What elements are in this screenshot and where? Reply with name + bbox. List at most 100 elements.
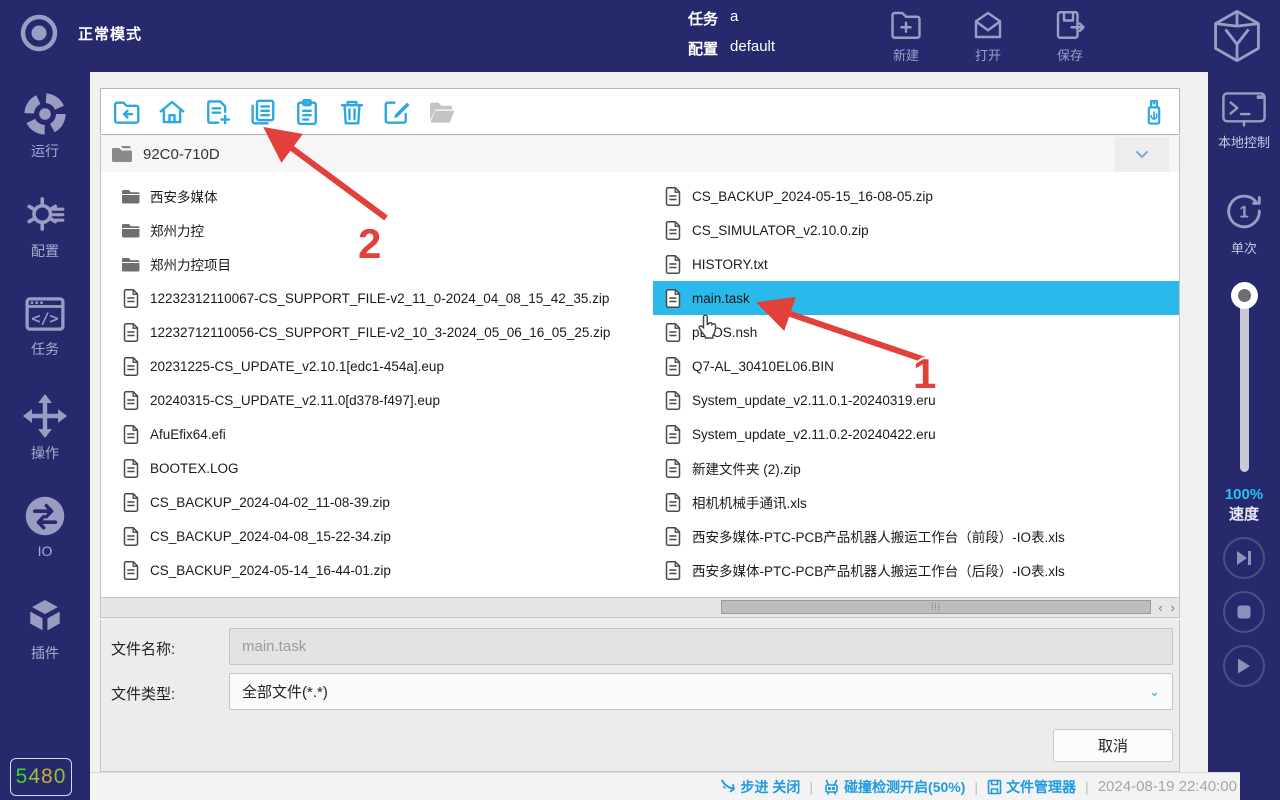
- cube-logo-icon: [1210, 8, 1264, 64]
- open-task-button[interactable]: 打开: [960, 7, 1016, 64]
- sidebar-item-label: IO: [38, 543, 53, 559]
- speed-label: 速度: [1208, 503, 1280, 524]
- file-name: 西安多媒体: [150, 186, 218, 206]
- folder-back-icon[interactable]: [111, 96, 142, 127]
- list-item[interactable]: CS_BACKUP_2024-04-02_11-08-39.zip: [111, 485, 643, 519]
- mode-indicator[interactable]: 正常模式: [18, 12, 142, 54]
- list-item[interactable]: 20231225-CS_UPDATE_v2.10.1[edc1-454a].eu…: [111, 349, 643, 383]
- scroll-left-arrow[interactable]: ‹: [1158, 600, 1162, 615]
- run-target-icon: [23, 92, 67, 136]
- list-item[interactable]: BOOTEX.LOG: [111, 451, 643, 485]
- filename-label: 文件名称:: [111, 638, 175, 659]
- list-item[interactable]: System_update_v2.11.0.2-20240422.eru: [653, 417, 1179, 451]
- file-icon: [121, 357, 140, 376]
- top-actions: 新建 打开 保存: [878, 7, 1098, 64]
- status-separator: |: [974, 779, 978, 795]
- file-icon: [663, 527, 682, 546]
- file-name: 西安多媒体-PTC-PCB产品机器人搬运工作台（后段）-IO表.xls: [692, 560, 1065, 580]
- breadcrumb-path: 92C0-710D: [143, 146, 220, 163]
- file-name: CS_BACKUP_2024-05-15_16-08-05.zip: [692, 189, 933, 204]
- folder-icon: [121, 222, 140, 238]
- horizontal-scrollbar[interactable]: ⦙⦙⦙ ‹ ›: [100, 598, 1180, 618]
- sidebar-item-run[interactable]: 运行: [0, 92, 90, 161]
- open-task-label: 打开: [975, 45, 1001, 64]
- stop-button[interactable]: [1223, 591, 1265, 633]
- cancel-button[interactable]: 取消: [1053, 729, 1173, 762]
- step-mode-status[interactable]: 步进 关闭: [720, 777, 801, 797]
- edit-icon[interactable]: [381, 96, 412, 127]
- file-name: BOOTEX.LOG: [150, 461, 239, 476]
- svg-text:</>: </>: [31, 310, 58, 328]
- local-control-button[interactable]: 本地控制: [1208, 88, 1280, 151]
- left-sidebar: 运行 配置 </> 任务: [0, 72, 90, 800]
- file-icon: [121, 527, 140, 546]
- sidebar-item-config[interactable]: 配置: [0, 192, 90, 261]
- task-value: a: [730, 8, 738, 29]
- file-icon: [663, 289, 682, 308]
- status-counter: 5480: [10, 758, 72, 796]
- fm-toolbar: [100, 88, 1180, 135]
- new-task-label: 新建: [893, 45, 919, 64]
- list-item-selected[interactable]: main.task: [653, 281, 1179, 315]
- sidebar-item-operate[interactable]: 操作: [0, 394, 90, 463]
- list-item[interactable]: CS_BACKUP_2024-04-08_15-22-34.zip: [111, 519, 643, 553]
- save-icon: [1052, 7, 1088, 43]
- file-name: AfuEfix64.efi: [150, 427, 226, 442]
- filename-input[interactable]: [229, 628, 1173, 665]
- list-item[interactable]: CS_BACKUP_2024-05-14_16-44-01.zip: [111, 553, 643, 587]
- folder-icon: [121, 256, 140, 272]
- list-item[interactable]: 西安多媒体: [111, 179, 643, 213]
- save-task-button[interactable]: 保存: [1042, 7, 1098, 64]
- paste-icon[interactable]: [291, 96, 322, 127]
- list-item[interactable]: CS_SIMULATOR_v2.10.0.zip: [653, 213, 1179, 247]
- copy-icon[interactable]: [246, 96, 277, 127]
- sidebar-item-io[interactable]: IO: [0, 494, 90, 559]
- trash-icon[interactable]: [336, 96, 367, 127]
- scroll-right-arrow[interactable]: ›: [1171, 600, 1175, 615]
- play-button[interactable]: [1223, 645, 1265, 687]
- list-item[interactable]: 新建文件夹 (2).zip: [653, 451, 1179, 485]
- list-item[interactable]: CS_BACKUP_2024-05-15_16-08-05.zip: [653, 179, 1179, 213]
- sidebar-item-task[interactable]: </> 任务: [0, 294, 90, 359]
- home-icon[interactable]: [156, 96, 187, 127]
- list-item[interactable]: HISTORY.txt: [653, 247, 1179, 281]
- robot-control-app: 正常模式 任务 a 配置 default 新建: [0, 0, 1280, 800]
- list-item[interactable]: 郑州力控项目: [111, 247, 643, 281]
- breadcrumb[interactable]: 92C0-710D: [100, 136, 1180, 173]
- save-task-label: 保存: [1057, 45, 1083, 64]
- file-manager-status[interactable]: 文件管理器: [987, 777, 1076, 797]
- list-item[interactable]: AfuEfix64.efi: [111, 417, 643, 451]
- new-file-icon[interactable]: [201, 96, 232, 127]
- speed-slider-thumb[interactable]: [1231, 282, 1258, 309]
- collision-status[interactable]: 碰撞检测开启(50%): [822, 777, 965, 797]
- list-item[interactable]: 西安多媒体-PTC-PCB产品机器人搬运工作台（前段）-IO表.xls: [653, 519, 1179, 553]
- ring-dot-icon: [18, 12, 60, 54]
- single-run-button[interactable]: 1 单次: [1208, 188, 1280, 257]
- list-item[interactable]: 相机机械手通讯.xls: [653, 485, 1179, 519]
- list-item[interactable]: 西安多媒体-PTC-PCB产品机器人搬运工作台（后段）-IO表.xls: [653, 553, 1179, 587]
- list-item[interactable]: 12232712110056-CS_SUPPORT_FILE-v2_10_3-2…: [111, 315, 643, 349]
- file-icon: [663, 221, 682, 240]
- list-item[interactable]: Q7-AL_30410EL06.BIN: [653, 349, 1179, 383]
- status-separator: |: [1085, 779, 1089, 795]
- gear-icon: [23, 192, 67, 236]
- file-name: Q7-AL_30410EL06.BIN: [692, 359, 834, 374]
- list-item[interactable]: 郑州力控: [111, 213, 643, 247]
- file-name: HISTORY.txt: [692, 257, 768, 272]
- new-task-button[interactable]: 新建: [878, 7, 934, 64]
- scrollbar-thumb[interactable]: ⦙⦙⦙: [721, 600, 1151, 614]
- speed-slider-track[interactable]: [1240, 290, 1249, 472]
- sidebar-item-label: 配置: [31, 241, 59, 261]
- file-name: 郑州力控: [150, 220, 204, 240]
- sidebar-item-label: 操作: [31, 443, 59, 463]
- breadcrumb-dropdown-button[interactable]: [1115, 137, 1169, 172]
- filetype-select[interactable]: 全部文件(*.*) ⌄: [229, 673, 1173, 710]
- list-item[interactable]: 20240315-CS_UPDATE_v2.11.0[d378-f497].eu…: [111, 383, 643, 417]
- cancel-label: 取消: [1098, 735, 1128, 756]
- list-item[interactable]: 12232312110067-CS_SUPPORT_FILE-v2_11_0-2…: [111, 281, 643, 315]
- list-item[interactable]: System_update_v2.11.0.1-20240319.eru: [653, 383, 1179, 417]
- sidebar-item-plugin[interactable]: 插件: [0, 594, 90, 663]
- list-item[interactable]: pBIOS.nsh: [653, 315, 1179, 349]
- usb-drive-icon[interactable]: [1138, 96, 1169, 127]
- step-forward-button[interactable]: [1223, 537, 1265, 579]
